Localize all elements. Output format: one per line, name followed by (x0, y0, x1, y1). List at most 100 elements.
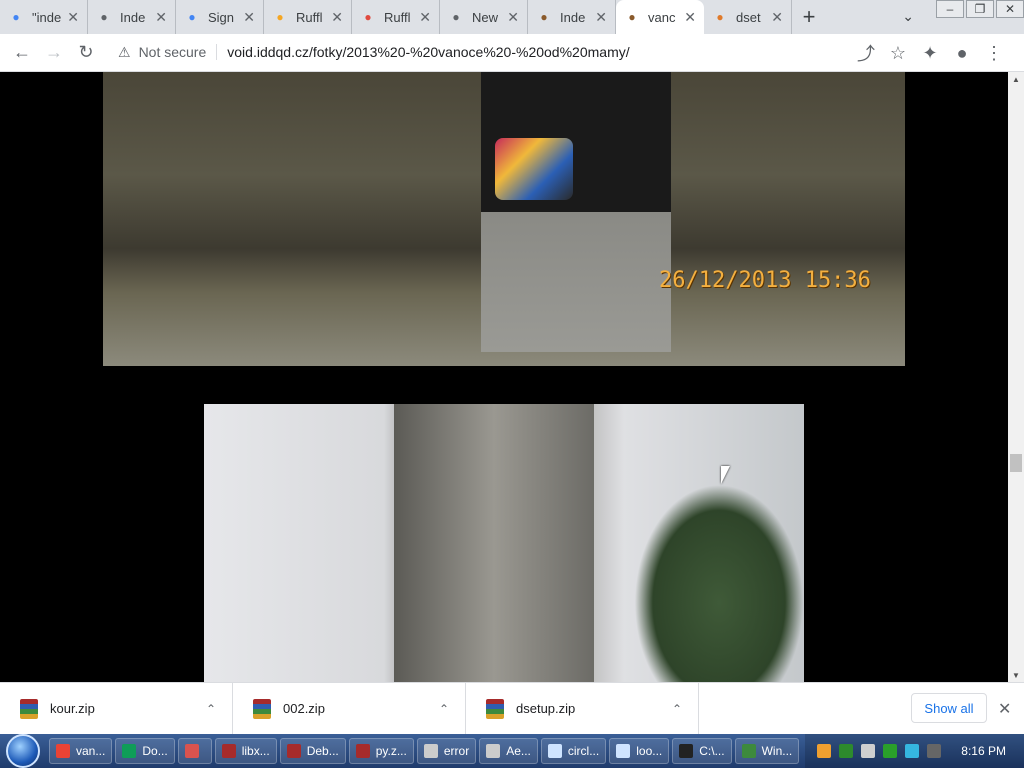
taskbar-button[interactable] (177, 738, 212, 764)
download-item[interactable]: kour.zip ⌃ (0, 682, 233, 735)
reload-button[interactable]: ↻ (70, 37, 102, 69)
back-button[interactable]: ← (6, 37, 38, 69)
close-tab-icon[interactable]: ✕ (595, 9, 607, 26)
app-icon (741, 744, 756, 758)
taskbar-button[interactable]: Ae... (479, 738, 538, 764)
chevron-up-icon[interactable]: ⌃ (672, 702, 682, 716)
tray-icon[interactable] (839, 744, 854, 758)
close-tab-icon[interactable]: ✕ (771, 9, 783, 26)
photo-bag (495, 138, 573, 200)
taskbar-button[interactable]: van... (49, 738, 113, 764)
photo-icon: ● (628, 10, 636, 24)
taskbar-button[interactable]: loo... (609, 738, 670, 764)
tray-icon[interactable] (905, 744, 920, 758)
show-all-button[interactable]: Show all (911, 693, 987, 723)
vertical-scrollbar[interactable]: ▲ ▼ (1008, 72, 1024, 682)
close-tab-icon[interactable]: ✕ (331, 9, 343, 26)
download-filename[interactable]: dsetup.zip (516, 701, 672, 716)
globe-icon: ● (100, 10, 108, 24)
minimize-button[interactable]: – (936, 0, 964, 18)
close-tab-icon[interactable]: ✕ (67, 9, 79, 26)
taskbar-label: loo... (636, 744, 663, 758)
taskbar-button[interactable]: Do... (115, 738, 175, 764)
taskbar-button[interactable]: C:\... (672, 738, 732, 764)
close-tab-icon[interactable]: ✕ (507, 9, 519, 26)
tab-9[interactable]: ● dset ✕ (704, 0, 792, 34)
scroll-up-icon[interactable]: ▲ (1008, 72, 1024, 86)
system-tray: 8:16 PM (805, 734, 1024, 768)
photo-tree[interactable] (204, 404, 804, 682)
google-icon: ● (12, 10, 20, 24)
profile-avatar-icon[interactable]: ● (946, 37, 978, 69)
download-filename[interactable]: 002.zip (283, 701, 439, 716)
address-bar[interactable]: ⚠ Not secure void.iddqd.cz/fotky/2013%20… (108, 37, 916, 67)
close-tab-icon[interactable]: ✕ (684, 9, 696, 26)
share-icon[interactable]: ⤴ (850, 37, 882, 69)
extensions-icon[interactable]: ✦ (914, 37, 946, 69)
scrollbar-thumb[interactable] (1010, 454, 1022, 472)
tray-icon[interactable] (817, 744, 832, 758)
close-window-button[interactable]: ✕ (996, 0, 1024, 18)
taskbar-button[interactable]: error (416, 738, 477, 764)
bookmark-star-icon[interactable]: ☆ (882, 37, 914, 69)
divider (216, 44, 218, 60)
scroll-down-icon[interactable]: ▼ (1008, 668, 1024, 682)
chevron-up-icon[interactable]: ⌃ (439, 702, 449, 716)
tab-3[interactable]: ● Sign ✕ (176, 0, 264, 34)
forward-button[interactable]: → (38, 37, 70, 69)
taskbar-label: van... (76, 744, 106, 758)
tab-1[interactable]: ● "inde ✕ (0, 0, 88, 34)
chevron-up-icon[interactable]: ⌃ (206, 702, 216, 716)
tray-icon[interactable] (861, 744, 876, 758)
volume-icon[interactable] (927, 744, 942, 758)
close-tab-icon[interactable]: ✕ (243, 9, 255, 26)
tab-6[interactable]: ● New ✕ (440, 0, 528, 34)
app-icon (355, 744, 370, 758)
menu-dots-icon[interactable]: ⋮ (978, 37, 1010, 69)
restore-button[interactable]: ❐ (966, 0, 994, 18)
taskbar-button[interactable]: circl... (540, 738, 607, 764)
close-tab-icon[interactable]: ✕ (419, 9, 431, 26)
start-button[interactable] (0, 734, 46, 768)
photo-timestamp: 26/12/2013 15:36 (659, 268, 871, 293)
security-label[interactable]: Not secure (139, 44, 207, 60)
close-tab-icon[interactable]: ✕ (155, 9, 167, 26)
tab-7[interactable]: ● Inde ✕ (528, 0, 616, 34)
warning-icon[interactable]: ⚠ (118, 44, 131, 61)
taskbar-label: circl... (567, 744, 600, 758)
app-icon (122, 744, 137, 758)
app-icon (184, 744, 199, 758)
photo-ducks-pond[interactable]: 26/12/2013 15:36 (103, 72, 905, 366)
tab-4[interactable]: ● Ruffl ✕ (264, 0, 352, 34)
download-item[interactable]: dsetup.zip ⌃ (466, 682, 699, 735)
tab-label: Ruffl (384, 9, 411, 25)
tray-icon[interactable] (883, 744, 898, 758)
tab-search-icon[interactable]: ⌄ (902, 8, 914, 25)
taskbar-button[interactable]: Deb... (279, 738, 346, 764)
taskbar-label: Ae... (506, 744, 531, 758)
close-downloads-icon[interactable]: ✕ (998, 699, 1011, 719)
zip-file-icon (253, 698, 271, 719)
tab-8[interactable]: ● vanc ✕ (616, 0, 704, 34)
new-tab-button[interactable]: + (792, 0, 826, 34)
tab-label: "inde (32, 9, 62, 25)
taskbar-label: C:\... (699, 744, 725, 758)
tab-2[interactable]: ● Inde ✕ (88, 0, 176, 34)
tab-5[interactable]: ● Ruffl ✕ (352, 0, 440, 34)
tab-strip: ● "inde ✕ ● Inde ✕ ● Sign ✕ ● Ruffl ✕ ● Ruffl ✕ ● New ✕ ● I… (0, 0, 1024, 34)
google-icon: ● (188, 10, 196, 24)
photo-tree-trunk (394, 404, 594, 682)
app-icon (56, 744, 70, 758)
taskbar-button[interactable]: py.z... (348, 738, 414, 764)
tab-label: Ruffl (296, 9, 323, 25)
download-filename[interactable]: kour.zip (50, 701, 206, 716)
taskbar-clock[interactable]: 8:16 PM (961, 744, 1006, 758)
taskbar-button[interactable]: Win... (734, 738, 800, 764)
url-text[interactable]: void.iddqd.cz/fotky/2013%20-%20vanoce%20… (227, 44, 629, 60)
taskbar-button[interactable]: libx... (214, 738, 277, 764)
app-icon (423, 744, 438, 758)
download-item[interactable]: 002.zip ⌃ (233, 682, 466, 735)
gear-icon: ● (716, 10, 724, 24)
photo-people (481, 72, 671, 352)
chrome-icon: ● (452, 10, 460, 24)
